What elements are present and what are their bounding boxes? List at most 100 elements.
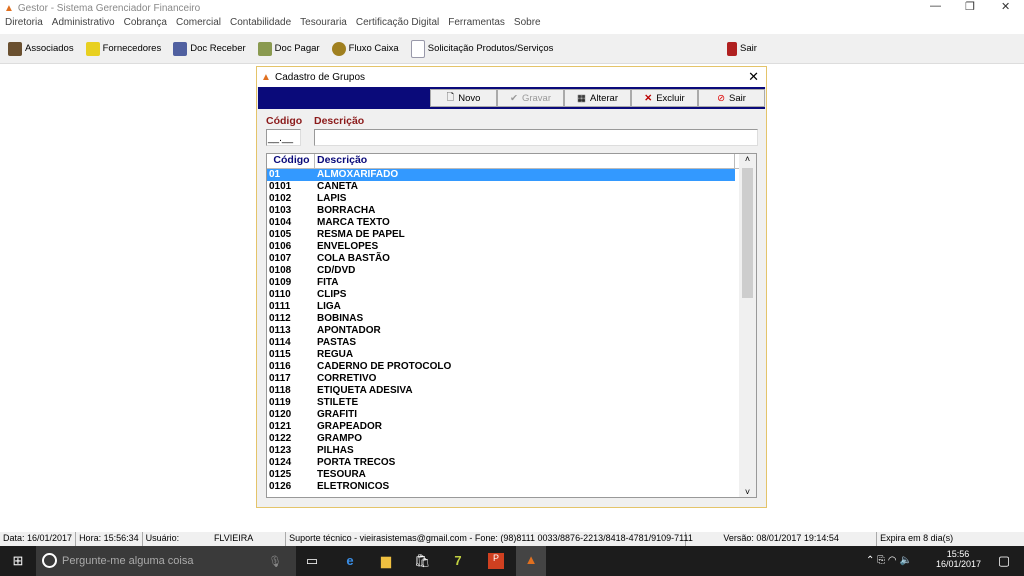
button-band: 🗋 Novo ✔ Gravar ▦ Alterar ✕ Excluir ⊘ Sair (258, 87, 765, 109)
cell-descricao: CADERNO DE PROTOCOLO (317, 361, 452, 372)
label: Doc Receber (190, 43, 246, 54)
cell-descricao: CLIPS (317, 289, 347, 300)
menu-cobranca[interactable]: Cobrança (124, 17, 167, 33)
minimize-button[interactable]: — (930, 0, 941, 12)
table-row[interactable]: 0111 LIGA (267, 301, 756, 313)
cell-descricao: BOBINAS (317, 313, 364, 324)
windows-start-icon[interactable]: ⊞ (10, 553, 26, 569)
cortana-icon (42, 553, 57, 568)
cell-codigo: 0124 (269, 457, 292, 468)
close-button[interactable]: ✕ (1001, 0, 1010, 13)
cell-codigo: 0116 (269, 361, 291, 372)
table-row[interactable]: 0124 PORTA TRECOS (267, 457, 756, 469)
table-row[interactable]: 0123 PILHAS (267, 445, 756, 457)
table-row[interactable]: 0113 APONTADOR (267, 325, 756, 337)
table-row[interactable]: 0110 CLIPS (267, 289, 756, 301)
descricao-input[interactable] (314, 129, 758, 146)
fluxo-caixa-button[interactable]: Fluxo Caixa (331, 41, 399, 56)
table-row[interactable]: 0114 PASTAS (267, 337, 756, 349)
cell-codigo: 0102 (269, 193, 292, 204)
document-icon (410, 39, 425, 58)
fornecedores-button[interactable]: Fornecedores (85, 41, 161, 56)
cell-descricao: APONTADOR (317, 325, 381, 336)
table-row[interactable]: 0107 COLA BASTÃO (267, 253, 756, 265)
cell-descricao: COLA BASTÃO (317, 253, 390, 264)
menu-administrativo[interactable]: Administrativo (52, 17, 115, 33)
file-explorer-icon[interactable]: ▆ (378, 553, 394, 569)
table-row[interactable]: 0102 LAPIS (267, 193, 756, 205)
dialog-close-button[interactable]: ✕ (748, 69, 759, 85)
tray-icons[interactable]: ⌃ ⎘ ◠ 🔈 (866, 555, 912, 566)
cell-codigo: 0118 (269, 385, 291, 396)
restore-button[interactable]: ❐ (965, 0, 975, 13)
associados-button[interactable]: Associados (8, 41, 74, 56)
menu-ferramentas[interactable]: Ferramentas (448, 17, 505, 33)
menu-diretoria[interactable]: Diretoria (5, 17, 43, 33)
menu-contabilidade[interactable]: Contabilidade (230, 17, 291, 33)
sair-button[interactable]: Sair (727, 41, 757, 56)
status-expiry: Expira em 8 dia(s) (880, 533, 954, 543)
table-row[interactable]: 0115 REGUA (267, 349, 756, 361)
table-row[interactable]: 0109 FITA (267, 277, 756, 289)
scroll-up-icon[interactable]: ˄ (739, 154, 756, 164)
scroll-thumb[interactable] (742, 168, 753, 298)
table-row[interactable]: 0103 BORRACHA (267, 205, 756, 217)
table-row[interactable]: 0121 GRAPEADOR (267, 421, 756, 433)
header-descricao[interactable]: Descrição (315, 154, 735, 168)
7zip-icon[interactable]: 7 (450, 553, 466, 569)
descricao-label: Descrição (314, 115, 365, 127)
microphone-icon[interactable]: 🎙 (268, 555, 282, 568)
cell-codigo: 0113 (269, 325, 291, 336)
menu-certificacao[interactable]: Certificação Digital (356, 17, 439, 33)
table-row[interactable]: 0108 CD/DVD (267, 265, 756, 277)
table-row[interactable]: 0120 GRAFITI (267, 409, 756, 421)
doc-receber-button[interactable]: Doc Receber (173, 41, 246, 56)
gestor-taskbar-icon[interactable]: ▲ (516, 546, 546, 576)
menu-bar: Diretoria Administrativo Cobrança Comerc… (0, 17, 1024, 33)
store-icon[interactable]: 🛍 (414, 553, 431, 569)
task-view-icon[interactable]: ▭ (304, 553, 320, 569)
clock[interactable]: 15:56 16/01/2017 (936, 549, 981, 569)
table-row[interactable]: 0117 CORRETIVO (267, 373, 756, 385)
excluir-button[interactable]: ✕ Excluir (631, 89, 698, 107)
menu-sobre[interactable]: Sobre (514, 17, 541, 33)
cortana-search[interactable]: Pergunte-me alguma coisa 🎙 (36, 546, 296, 576)
cell-codigo: 0106 (269, 241, 292, 252)
scroll-down-icon[interactable]: ˅ (739, 487, 756, 497)
label: Gravar (521, 92, 551, 104)
table-row[interactable]: 0122 GRAMPO (267, 433, 756, 445)
solicitacao-button[interactable]: Solicitação Produtos/Serviços (410, 39, 553, 58)
alterar-button[interactable]: ▦ Alterar (564, 89, 631, 107)
table-row[interactable]: 0101 CANETA (267, 181, 756, 193)
app-titlebar: ▲ Gestor - Sistema Gerenciador Financeir… (0, 0, 1024, 17)
cell-codigo: 0123 (269, 445, 292, 456)
header-codigo[interactable]: Código (267, 154, 315, 168)
table-row[interactable]: 0118 ETIQUETA ADESIVA (267, 385, 756, 397)
label: Sair (740, 43, 757, 54)
sair-dialog-button[interactable]: ⊘ Sair (698, 89, 765, 107)
menu-tesouraria[interactable]: Tesouraria (300, 17, 347, 33)
powerpoint-icon[interactable]: P (488, 553, 504, 569)
table-row[interactable]: 0112 BOBINAS (267, 313, 756, 325)
notification-icon[interactable]: ▢ (996, 553, 1012, 569)
table-row[interactable]: 0125 TESOURA (267, 469, 756, 481)
cell-codigo: 0101 (269, 181, 292, 192)
table-row[interactable]: 0104 MARCA TEXTO (267, 217, 756, 229)
novo-button[interactable]: 🗋 Novo (430, 89, 497, 107)
codigo-input[interactable]: __.__ (266, 129, 301, 146)
table-row[interactable]: 0119 STILETE (267, 397, 756, 409)
edge-icon[interactable]: e (342, 553, 358, 569)
table-row[interactable]: 01 ALMOXARIFADO (267, 169, 735, 181)
menu-comercial[interactable]: Comercial (176, 17, 221, 33)
cell-codigo: 0125 (269, 469, 292, 480)
gravar-button[interactable]: ✔ Gravar (497, 89, 564, 107)
cell-codigo: 0107 (269, 253, 292, 264)
cell-codigo: 0109 (269, 277, 292, 288)
cell-codigo: 0111 (269, 301, 291, 312)
table-row[interactable]: 0105 RESMA DE PAPEL (267, 229, 756, 241)
table-row[interactable]: 0106 ENVELOPES (267, 241, 756, 253)
doc-pagar-button[interactable]: Doc Pagar (257, 41, 320, 56)
table-row[interactable]: 0126 ELETRONICOS (267, 481, 756, 493)
table-row[interactable]: 0116 CADERNO DE PROTOCOLO (267, 361, 756, 373)
grid-scrollbar[interactable]: ˄ ˅ (739, 154, 756, 497)
